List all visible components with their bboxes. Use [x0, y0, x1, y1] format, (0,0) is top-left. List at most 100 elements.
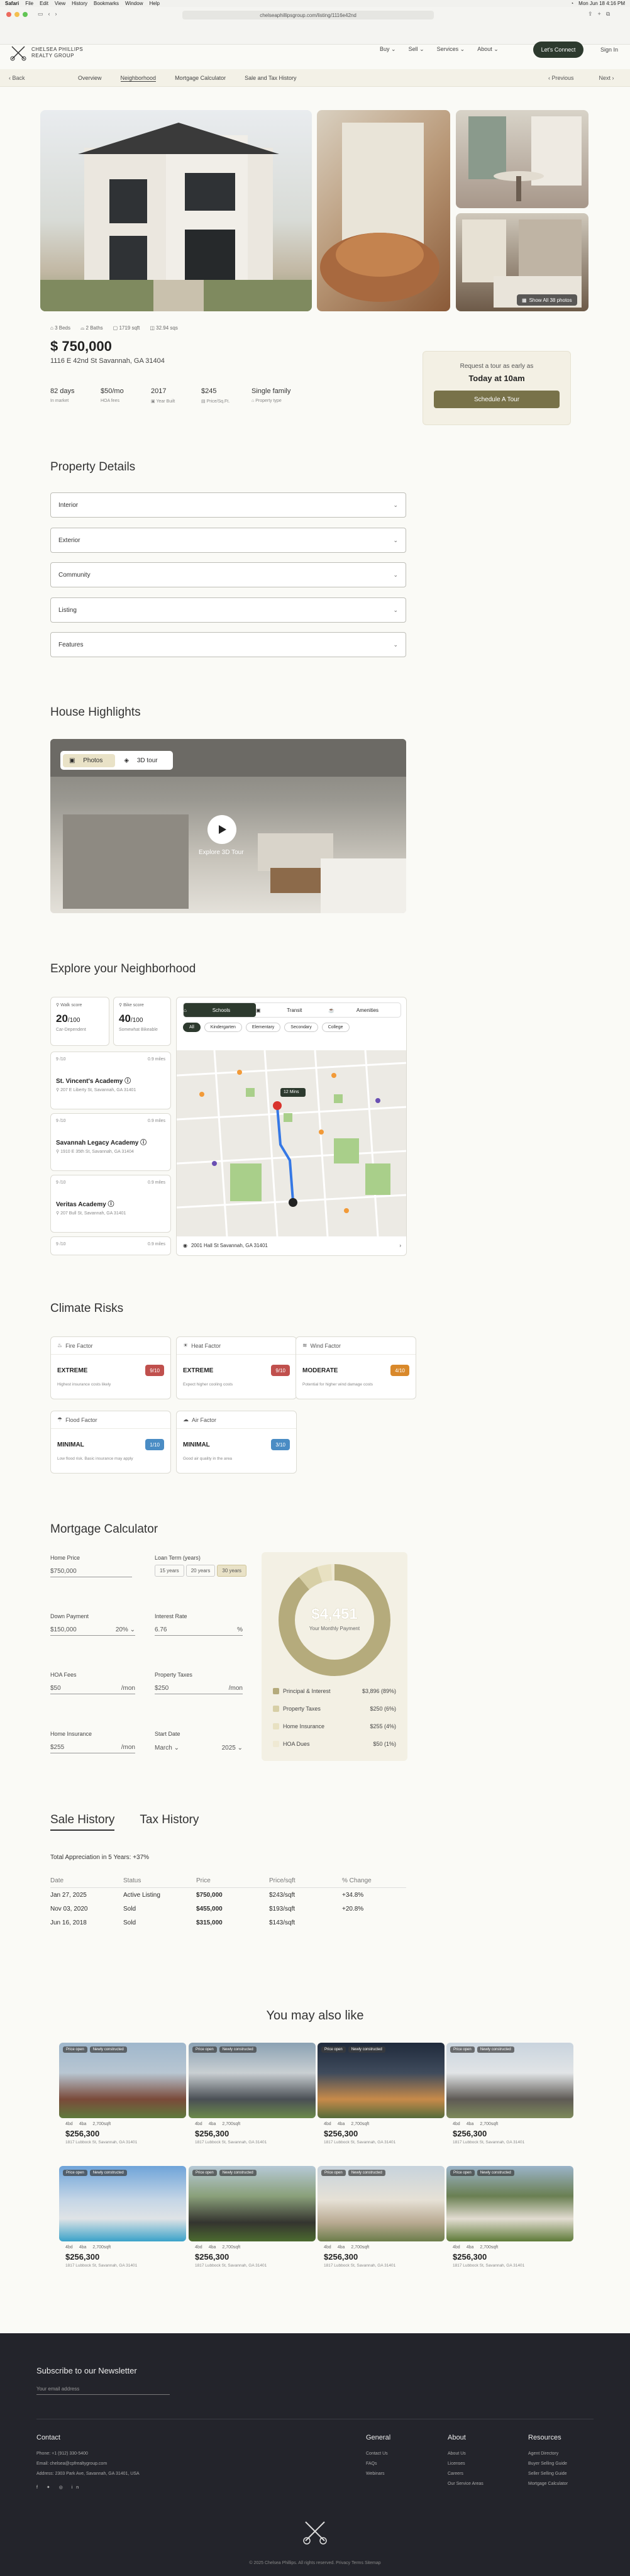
- newsletter-title: Subscribe to our Newsletter: [36, 2366, 137, 2375]
- accordion-listing[interactable]: Listing ⌄: [50, 597, 406, 623]
- listing-card[interactable]: Price open Newly constructed 4bd 4ba 2,700sq…: [318, 2043, 445, 2157]
- listing-card[interactable]: Price open Newly constructed 4bd 4ba 2,700sq…: [59, 2166, 186, 2280]
- zoom-window-icon[interactable]: [23, 12, 28, 17]
- chip-secondary[interactable]: Secondary: [284, 1023, 318, 1032]
- next-listing-link[interactable]: Next ›: [599, 75, 614, 81]
- term-30[interactable]: 30 years: [217, 1565, 247, 1577]
- forward-arrow-icon[interactable]: ›: [55, 11, 57, 18]
- tabs-overview-icon[interactable]: ⧉: [606, 11, 610, 18]
- listing-card-photo[interactable]: Price open Newly constructed: [318, 2043, 445, 2118]
- menu-view[interactable]: View: [55, 1, 65, 6]
- subnav-mortgage[interactable]: Mortgage Calculator: [175, 75, 226, 82]
- listing-card-photo[interactable]: Price open Newly constructed: [446, 2166, 573, 2241]
- listing-card-photo[interactable]: Price open Newly constructed: [446, 2043, 573, 2118]
- menu-help[interactable]: Help: [149, 1, 159, 6]
- nav-sell[interactable]: Sell ⌄: [409, 46, 424, 53]
- listing-card-price: $256,300: [195, 2129, 229, 2138]
- hoa-fees-input[interactable]: $50/mon: [50, 1683, 135, 1694]
- chip-college[interactable]: College: [321, 1023, 350, 1032]
- chip-kindergarten[interactable]: Kindergarten: [204, 1023, 242, 1032]
- map-tab-transit[interactable]: ▣ Transit: [256, 1003, 328, 1017]
- nav-buy[interactable]: Buy ⌄: [380, 46, 396, 53]
- sign-in-link[interactable]: Sign In: [600, 47, 618, 53]
- nav-services[interactable]: Services ⌄: [437, 46, 465, 53]
- lets-connect-button[interactable]: Let's Connect: [533, 42, 583, 58]
- schedule-tour-button[interactable]: Schedule A Tour: [434, 391, 560, 408]
- tag-new: Newly constructed: [477, 2170, 514, 2176]
- address-bar[interactable]: chelseaphillipsgroup.com/listing/1116e42…: [182, 11, 434, 19]
- menu-file[interactable]: File: [25, 1, 33, 6]
- brand-logo[interactable]: CHELSEA PHILLIPS REALTY GROUP: [9, 43, 83, 62]
- sidebar-icon[interactable]: ▭: [38, 11, 43, 18]
- show-all-photos-button[interactable]: ▦ Show All 38 photos: [517, 294, 577, 306]
- social-icons[interactable]: f ✦ ◎ in: [36, 2483, 140, 2493]
- neighborhood-map[interactable]: 12 Mins: [177, 1050, 406, 1237]
- listing-card[interactable]: Price open Newly constructed 4bd 4ba 2,700sq…: [446, 2166, 573, 2280]
- accordion-community[interactable]: Community ⌄: [50, 562, 406, 587]
- map-address-row[interactable]: ◉ 2001 Hall St Savannah, GA 31401 ›: [183, 1238, 401, 1253]
- listing-card-photo[interactable]: Price open Newly constructed: [189, 2166, 316, 2241]
- listing-card[interactable]: Price open Newly constructed 4bd 4ba 2,700sq…: [189, 2166, 316, 2280]
- tab-sale-history[interactable]: Sale History: [50, 1813, 115, 1831]
- back-link[interactable]: ‹ Back: [9, 75, 25, 81]
- listing-card[interactable]: Price open Newly constructed 4bd 4ba 2,700sq…: [59, 2043, 186, 2157]
- listing-card-address: 1817 Lubbock St, Savannah, GA 31401: [65, 2263, 138, 2268]
- listing-card-photo[interactable]: Price open Newly constructed: [189, 2043, 316, 2118]
- chip-all[interactable]: All: [183, 1023, 201, 1032]
- menu-edit[interactable]: Edit: [40, 1, 48, 6]
- menu-bookmarks[interactable]: Bookmarks: [94, 1, 119, 6]
- nav-about[interactable]: About ⌄: [477, 46, 499, 53]
- school-card[interactable]: 9 /10 0.9 miles St. Vincent's Academy ⓘ ⚲…: [50, 1052, 171, 1109]
- map-tab-amenities[interactable]: ☕ Amenities: [328, 1003, 401, 1017]
- property-tax-input[interactable]: $250/mon: [155, 1683, 243, 1694]
- tab-tax-history[interactable]: Tax History: [140, 1813, 199, 1831]
- school-card[interactable]: 9 /10 0.9 miles Veritas Academy ⓘ ⚲ 207 B…: [50, 1175, 171, 1233]
- minimize-window-icon[interactable]: [14, 12, 19, 17]
- start-year-select[interactable]: 2025 ⌄: [222, 1745, 243, 1752]
- site-footer: Subscribe to our Newsletter Your email a…: [0, 2333, 630, 2576]
- table-row: Nov 03, 2020 Sold $455,000 $193/sqft +20.8%: [50, 1905, 364, 1913]
- share-icon[interactable]: ⇪: [588, 11, 593, 18]
- accordion-interior[interactable]: Interior ⌄: [50, 492, 406, 518]
- listing-card[interactable]: Price open Newly constructed 4bd 4ba 2,700sq…: [446, 2043, 573, 2157]
- living-room-photo[interactable]: [317, 110, 450, 311]
- listing-card[interactable]: Price open Newly constructed 4bd 4ba 2,700sq…: [318, 2166, 445, 2280]
- term-15[interactable]: 15 years: [155, 1565, 184, 1577]
- listing-card[interactable]: Price open Newly constructed 4bd 4ba 2,700sq…: [189, 2043, 316, 2157]
- subnav-history[interactable]: Sale and Tax History: [245, 75, 296, 82]
- insurance-input[interactable]: $255/mon: [50, 1742, 135, 1753]
- down-payment-input[interactable]: $150,000 20% ⌄: [50, 1624, 135, 1636]
- accordion-exterior[interactable]: Exterior ⌄: [50, 528, 406, 553]
- subnav-neighborhood[interactable]: Neighborhood: [120, 75, 157, 82]
- previous-listing-link[interactable]: ‹ Previous: [548, 75, 574, 81]
- listing-card-photo[interactable]: Price open Newly constructed: [59, 2166, 186, 2241]
- home-price-input[interactable]: $750,000: [50, 1566, 132, 1577]
- newsletter-email-input[interactable]: Your email address: [36, 2386, 170, 2395]
- dining-room-photo[interactable]: [456, 110, 589, 208]
- accordion-features[interactable]: Features ⌄: [50, 632, 406, 657]
- clock[interactable]: Mon Jun 18 4:16 PM: [578, 1, 625, 6]
- wifi-icon[interactable]: ◔: [570, 1, 573, 6]
- school-card[interactable]: 9 /10 0.9 miles Savannah Legacy Academy ⓘ…: [50, 1113, 171, 1171]
- map-tab-schools[interactable]: ⌂ Schools: [184, 1003, 256, 1017]
- listing-card-photo[interactable]: Price open Newly constructed: [318, 2166, 445, 2241]
- menu-app[interactable]: Safari: [5, 1, 19, 6]
- tab-3d-tour[interactable]: ◈ 3D tour: [118, 754, 170, 767]
- tab-photos[interactable]: ▣ Photos: [63, 753, 116, 767]
- chip-elementary[interactable]: Elementary: [245, 1023, 281, 1032]
- start-month-select[interactable]: March ⌄: [155, 1745, 179, 1752]
- tag-price-open: Price open: [450, 2170, 475, 2176]
- menu-history[interactable]: History: [72, 1, 87, 6]
- listing-stats: 82 days In market $50/mo HOA fees 2017 ▣ Ye…: [50, 387, 314, 404]
- main-house-photo[interactable]: [40, 110, 312, 311]
- term-20[interactable]: 20 years: [185, 1565, 216, 1577]
- interest-rate-input[interactable]: 6.76%: [155, 1624, 243, 1636]
- close-window-icon[interactable]: [6, 12, 11, 17]
- menu-window[interactable]: Window: [125, 1, 143, 6]
- play-button[interactable]: [207, 815, 236, 844]
- school-card[interactable]: 9 /10 0.9 miles: [50, 1236, 171, 1255]
- new-tab-icon[interactable]: +: [598, 11, 601, 18]
- subnav-overview[interactable]: Overview: [78, 75, 102, 82]
- listing-card-photo[interactable]: Price open Newly constructed: [59, 2043, 186, 2118]
- back-arrow-icon[interactable]: ‹: [48, 11, 50, 18]
